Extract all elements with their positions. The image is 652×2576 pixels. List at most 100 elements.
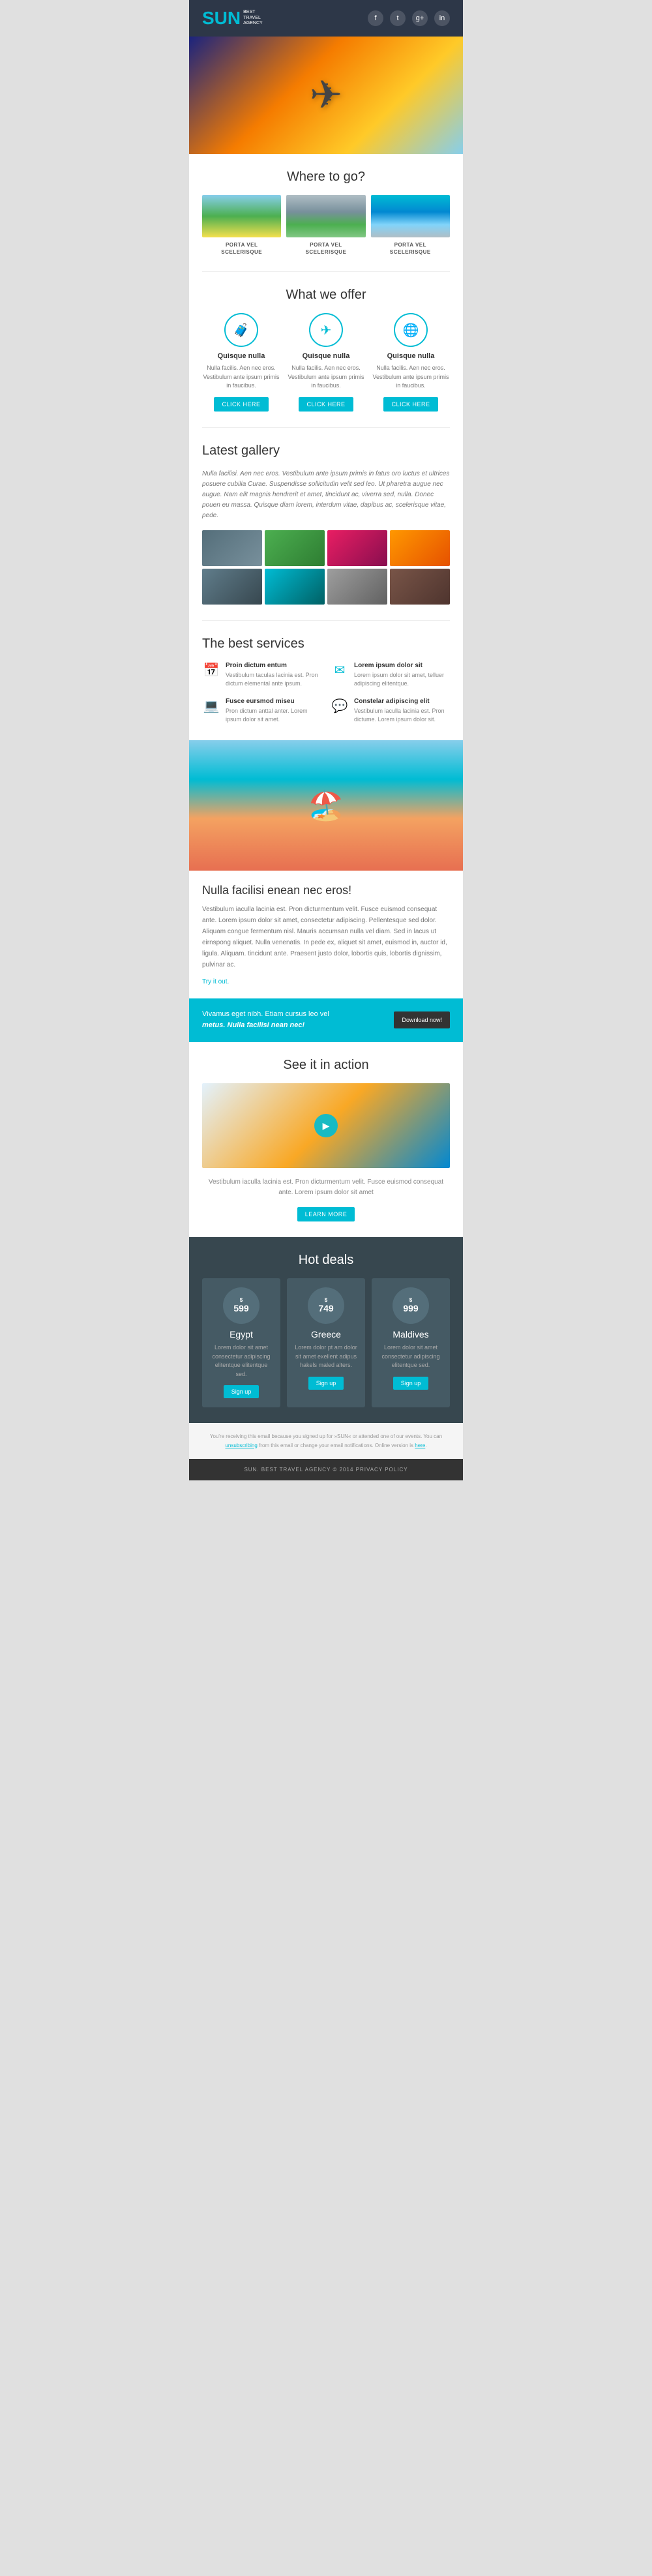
where-to-go-title: Where to go? [202,170,450,185]
hero-image: ✈ [189,37,463,154]
logo-wrap: SUN BESTTRAVELAGENCY [202,9,263,27]
action-caption: Vestibulum iaculla lacinia est. Pron dic… [202,1177,450,1198]
twitter-icon[interactable]: t [390,10,406,26]
action-image: ▶ [202,1083,450,1168]
service-text-3: Pron dictum anttal anter. Lorem ipsum do… [226,707,321,725]
logo-tagline: BESTTRAVELAGENCY [243,10,263,26]
egypt-price-dollar: $ [240,1297,243,1304]
offer-item-plane: ✈ Quisque nulla Nulla facilis. Aen nec e… [287,313,365,412]
destination-beach-label: PORTA VELSCELERISQUE [202,241,281,256]
service-text-4: Vestibulum iaculla lacinia est. Pron dic… [354,707,450,725]
see-in-action-section: See it in action ▶ Vestibulum iaculla la… [189,1042,463,1237]
couple-image: 🏖️ [189,740,463,871]
see-in-action-title: See it in action [202,1058,450,1073]
gallery-thumb-1 [202,530,262,566]
service-text-1: Vestibulum taculas lacinia est. Pron dic… [226,671,321,689]
greece-price-circle: $ 749 [308,1287,344,1324]
latest-gallery-section: Latest gallery Nulla facilisi. Aen nec e… [189,428,463,620]
maldives-signup-button[interactable]: Sign up [393,1377,429,1390]
destination-water-label: PORTA VELSCELERISQUE [371,241,450,256]
cta-line2: metus. Nulla facilisi nean nec! [202,1021,304,1029]
gallery-thumb-6 [265,569,325,605]
destination-item: PORTA VELSCELERISQUE [202,195,281,256]
offer-click-here-3[interactable]: Click here [383,397,437,412]
download-now-button[interactable]: Download now! [394,1011,450,1028]
maldives-price-dollar: $ [409,1297,412,1304]
nulla-title: Nulla facilisi enean nec eros! [202,884,450,897]
greece-destination: Greece [293,1329,359,1340]
footer-notice-text: You're receiving this email because you … [210,1433,442,1439]
maldives-deal-text: Lorem dolor sit amet consectetur adipisc… [378,1343,443,1370]
maldives-destination: Maldives [378,1329,443,1340]
hot-deals-section: Hot deals $ 599 Egypt Lorem dolor sit am… [189,1237,463,1423]
deal-item-maldives: $ 999 Maldives Lorem dolor sit amet cons… [372,1278,450,1407]
globe-icon: 🌐 [394,313,428,347]
service-title-1: Proin dictum entum [226,662,321,669]
calendar-icon: 📅 [202,662,220,678]
services-grid: 📅 Proin dictum entum Vestibulum taculas … [202,662,450,725]
where-to-go-section: Where to go? PORTA VELSCELERISQUE PORTA … [189,154,463,271]
linkedin-icon[interactable]: in [434,10,450,26]
gallery-thumb-7 [327,569,387,605]
offer-title-3: Quisque nulla [372,352,450,360]
luggage-icon: 🧳 [224,313,258,347]
egypt-destination: Egypt [209,1329,274,1340]
offer-item-luggage: 🧳 Quisque nulla Nulla facilis. Aen nec e… [202,313,280,412]
offer-title-2: Quisque nulla [287,352,365,360]
plane-icon: ✈ [310,72,342,118]
beach-chairs-icon: 🏖️ [308,788,344,822]
what-we-offer-title: What we offer [202,288,450,303]
egypt-deal-text: Lorem dolor sit amet consectetur adipisc… [209,1343,274,1379]
deal-item-greece: $ 749 Greece Lorem dolor pt am dolor sit… [287,1278,365,1407]
egypt-signup-button[interactable]: Sign up [224,1385,259,1398]
nulla-text: Vestibulum iaculla lacinia est. Pron dic… [202,904,450,970]
service-item-4: 💬 Constelar adipiscing elit Vestibulum i… [331,698,450,725]
greece-signup-button[interactable]: Sign up [308,1377,344,1390]
offer-grid: 🧳 Quisque nulla Nulla facilis. Aen nec e… [202,313,450,412]
learn-more-button[interactable]: Learn more [297,1207,355,1221]
google-plus-icon[interactable]: g+ [412,10,428,26]
greece-deal-text: Lorem dolor pt am dolor sit amet exellen… [293,1343,359,1370]
footer-notice-text2: from this email or change your email not… [258,1443,415,1448]
greece-price-dollar: $ [325,1297,327,1304]
cta-line1: Vivamus eget nibh. Etiam cursus leo vel [202,1010,329,1018]
footer-notice: You're receiving this email because you … [189,1423,463,1459]
destination-grid: PORTA VELSCELERISQUE PORTA VELSCELERISQU… [202,195,450,256]
offer-title-1: Quisque nulla [202,352,280,360]
gallery-grid [202,530,450,605]
destination-eiffel-image [286,195,365,237]
offer-click-here-1[interactable]: Click here [214,397,268,412]
gallery-thumb-2 [265,530,325,566]
offer-click-here-2[interactable]: Click here [299,397,353,412]
offer-text-1: Nulla facilis. Aen nec eros. Vestibulum … [202,364,280,391]
offer-item-globe: 🌐 Quisque nulla Nulla facilis. Aen nec e… [372,313,450,412]
facebook-icon[interactable]: f [368,10,383,26]
service-title-4: Constelar adipiscing elit [354,698,450,705]
deal-item-egypt: $ 599 Egypt Lorem dolor sit amet consect… [202,1278,280,1407]
offer-text-3: Nulla facilis. Aen nec eros. Vestibulum … [372,364,450,391]
maldives-price-circle: $ 999 [393,1287,429,1324]
play-button[interactable]: ▶ [314,1114,338,1137]
destination-beach-image [202,195,281,237]
footer-bottom: SUN. BEST TRAVEL AGENCY © 2014 PRIVACY P… [189,1459,463,1480]
gallery-thumb-4 [390,530,450,566]
maldives-price-num: 999 [403,1303,418,1314]
destination-water-image [371,195,450,237]
best-services-title: The best services [202,637,450,651]
offer-text-2: Nulla facilis. Aen nec eros. Vestibulum … [287,364,365,391]
header: SUN BESTTRAVELAGENCY f t g+ in [189,0,463,37]
service-text-2: Lorem ipsum dolor sit amet, telluer adip… [354,671,450,689]
service-title-2: Lorem ipsum dolor sit [354,662,450,669]
here-link[interactable]: here [415,1443,425,1448]
nulla-section: Nulla facilisi enean nec eros! Vestibulu… [189,871,463,998]
greece-price-num: 749 [318,1303,333,1314]
unsubscribe-link[interactable]: unsubscribing [225,1443,257,1448]
service-item-1: 📅 Proin dictum entum Vestibulum taculas … [202,662,321,689]
egypt-price-num: 599 [233,1303,248,1314]
hot-deals-title: Hot deals [202,1253,450,1268]
gallery-thumb-8 [390,569,450,605]
laptop-icon: 💻 [202,698,220,714]
egypt-price-circle: $ 599 [223,1287,259,1324]
try-link[interactable]: Try it out. [202,978,229,985]
email-icon: ✉ [331,662,349,678]
